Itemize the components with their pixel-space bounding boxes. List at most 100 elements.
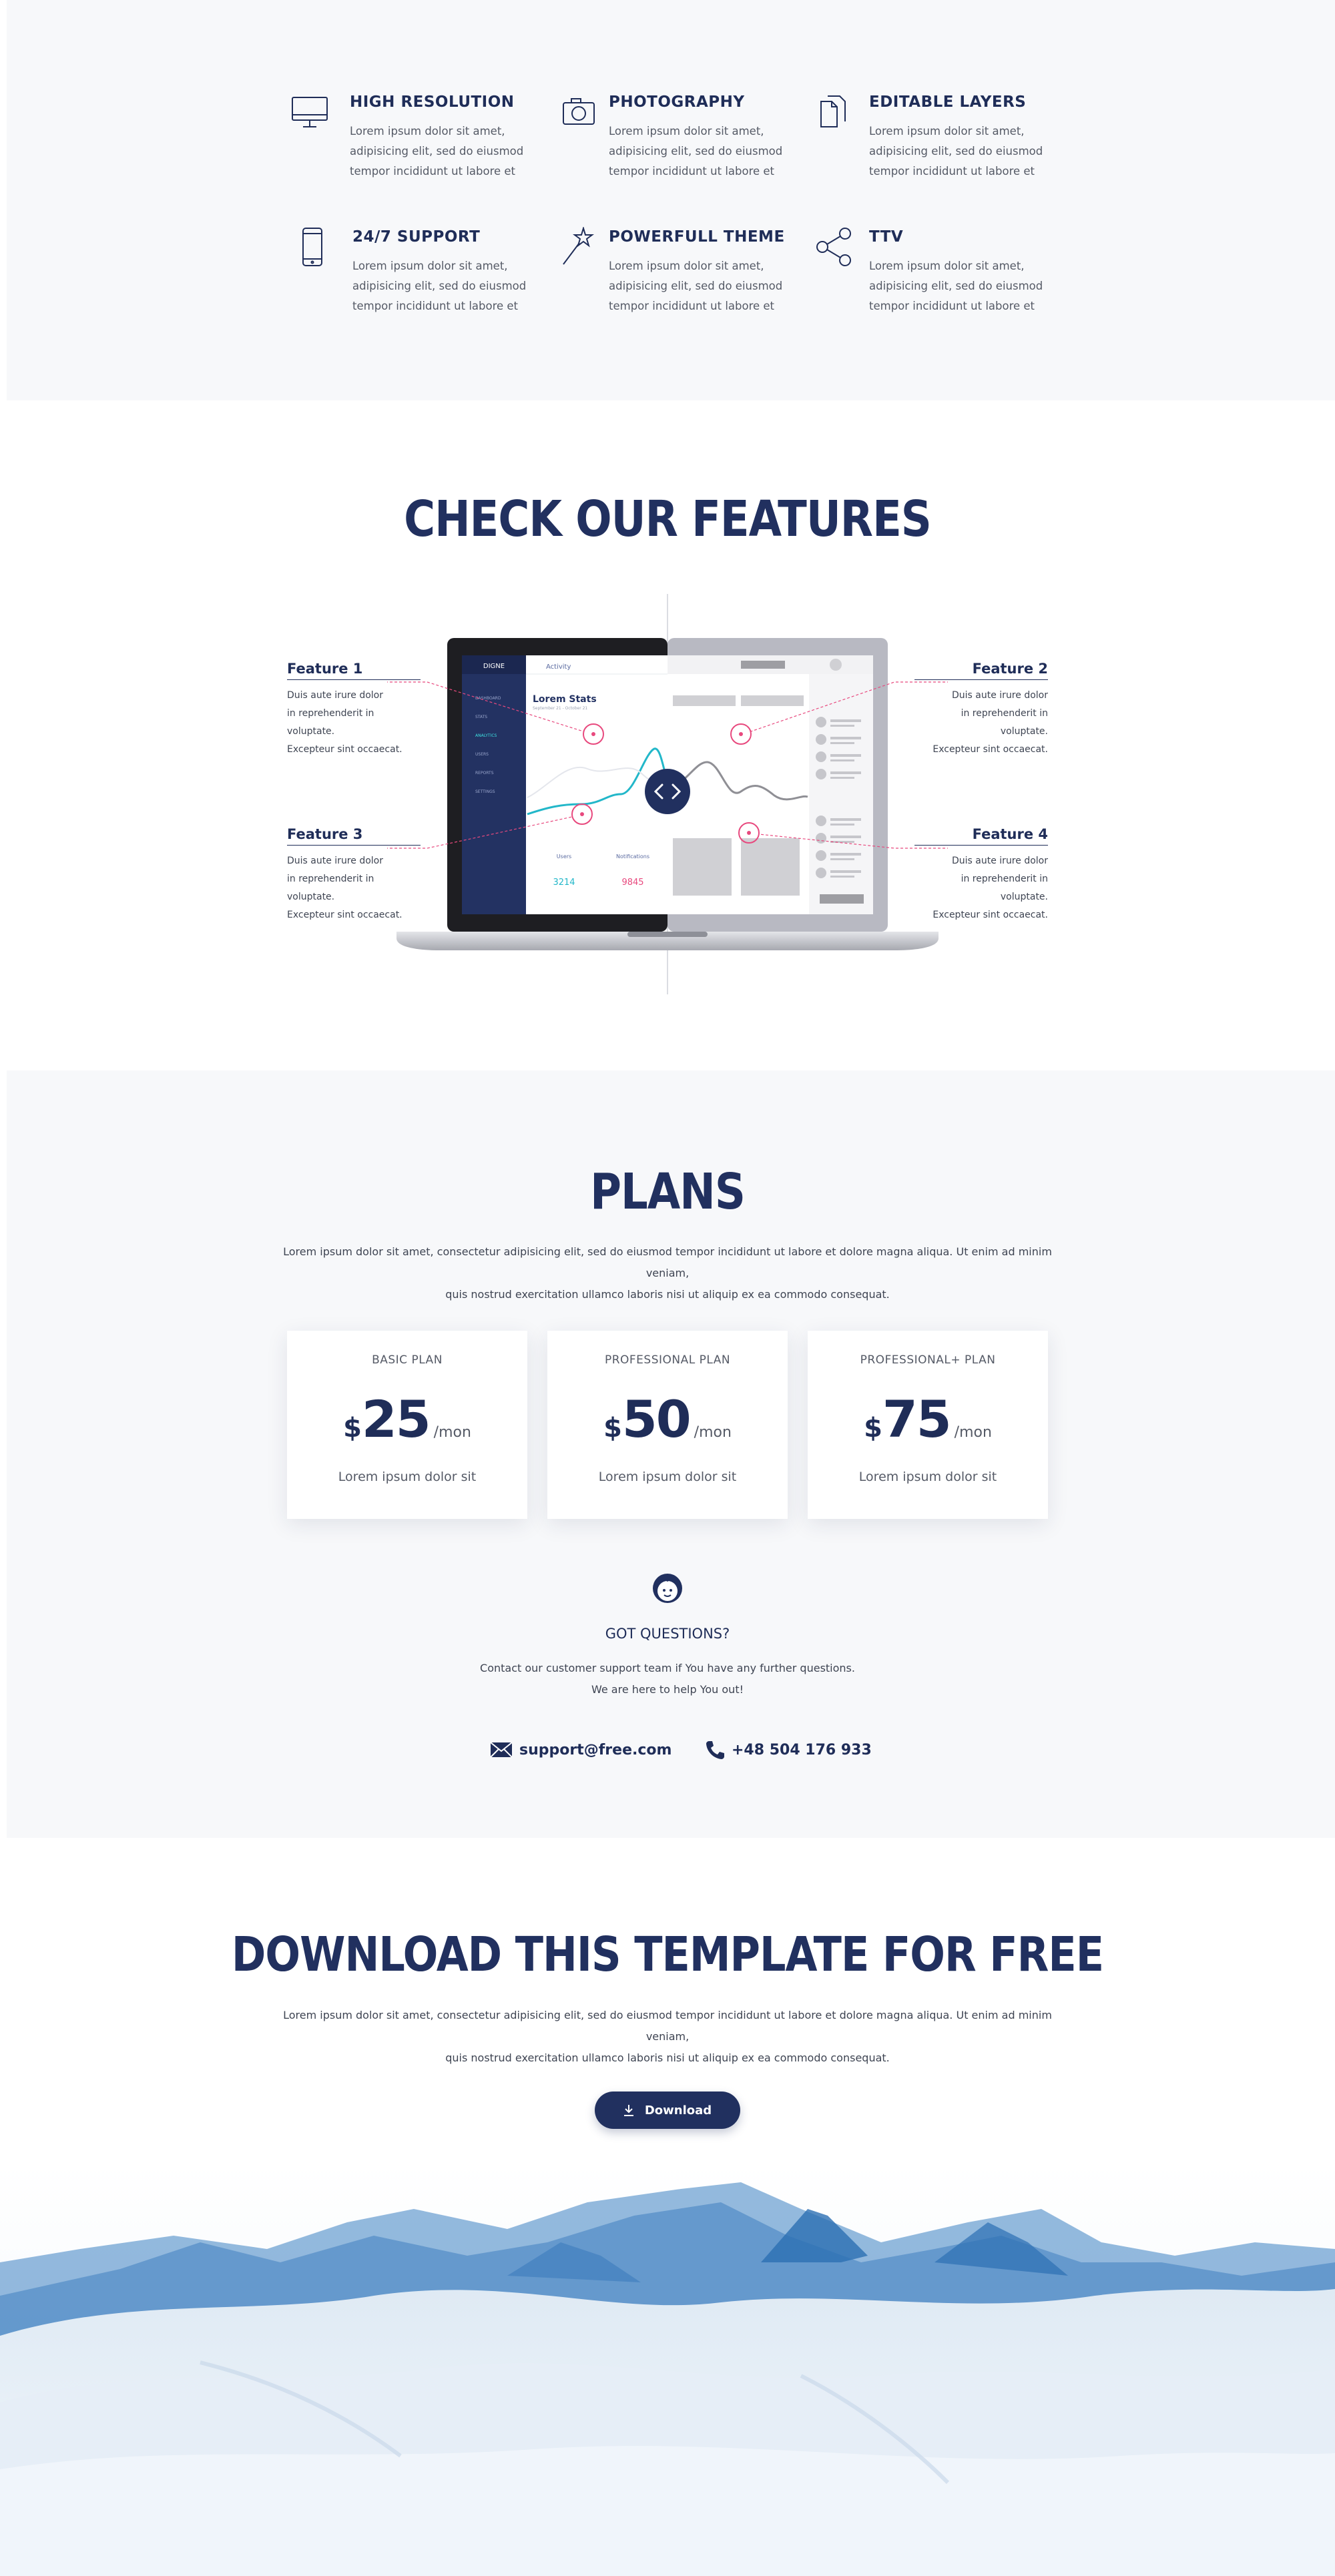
plan-card-professional-plus[interactable]: PROFESSIONAL+ PLAN $ 75 /mon Lorem ipsum…: [808, 1331, 1048, 1519]
screen-menu-item: ANALYTICS: [475, 733, 497, 738]
feature-powerfull-theme: POWERFULL THEME Lorem ipsum dolor sit am…: [555, 226, 796, 320]
plan-period: /mon: [433, 1424, 471, 1441]
magic-wand-icon: [561, 226, 601, 267]
feature-text: Lorem ipsum dolor sit amet, adipisicing …: [869, 260, 1043, 312]
plan-amount: 50: [621, 1389, 692, 1449]
envelope-icon: [490, 1742, 513, 1758]
feature-title: TTV: [869, 228, 904, 246]
questions-line: Contact our customer support team if You…: [480, 1662, 855, 1674]
feature-name: Feature 4: [914, 826, 1048, 846]
monitor-icon: [290, 92, 330, 132]
screen-stats-title: Lorem Stats: [533, 694, 597, 705]
plan-price: $ 75 /mon: [808, 1389, 1048, 1449]
share-icon: [816, 227, 856, 267]
feature-1-label: Feature 1 Duis aute irure dolor in repre…: [287, 661, 421, 759]
download-intro-line: Lorem ipsum dolor sit amet, consectetur …: [283, 2009, 1052, 2043]
plan-period: /mon: [694, 1424, 732, 1441]
questions-text: Contact our customer support team if You…: [280, 1658, 1055, 1700]
plan-period: /mon: [954, 1424, 992, 1441]
plan-currency: $: [603, 1413, 622, 1443]
feature-3-label: Feature 3 Duis aute irure dolor in repre…: [287, 826, 421, 924]
feature-title: HIGH RESOLUTION: [350, 93, 515, 111]
plans-intro-line: Lorem ipsum dolor sit amet, consectetur …: [283, 1245, 1052, 1279]
feature-name: Feature 2: [914, 661, 1048, 680]
feature-desc: Duis aute irure dolor in reprehenderit i…: [287, 687, 421, 759]
download-heading: DOWNLOAD THIS TEMPLATE FOR FREE: [231, 1926, 1104, 1983]
screen-menu-item: REPORTS: [475, 771, 494, 775]
screen-menu-item: DASHBOARD: [475, 696, 501, 701]
features-grid-section: HIGH RESOLUTION Lorem ipsum dolor sit am…: [7, 0, 1335, 400]
screen-notifications-value: 9845: [621, 878, 643, 888]
feature-desc-line: Duis aute irure dolor: [287, 690, 383, 701]
feature-text: Lorem ipsum dolor sit amet, adipisicing …: [350, 125, 524, 178]
screen-menu-item: STATS: [475, 715, 487, 719]
feature-desc-line: Duis aute irure dolor: [952, 690, 1048, 701]
plan-desc: Lorem ipsum dolor sit: [338, 1470, 477, 1484]
feature-desc-line: Excepteur sint occaecat.: [287, 910, 403, 920]
feature-title: PHOTOGRAPHY: [609, 93, 745, 111]
feature-name: Feature 1: [287, 661, 421, 680]
check-features-heading: CHECK OUR FEATURES: [404, 491, 932, 549]
download-intro: Lorem ipsum dolor sit amet, consectetur …: [280, 2005, 1055, 2069]
plan-name: BASIC PLAN: [372, 1353, 443, 1367]
screen-tab: Activity: [546, 663, 571, 671]
feature-editable-layers: EDITABLE LAYERS Lorem ipsum dolor sit am…: [816, 92, 1056, 186]
feature-desc: Duis aute irure dolor in reprehenderit i…: [914, 852, 1048, 924]
feature-photography: PHOTOGRAPHY Lorem ipsum dolor sit amet, …: [555, 92, 796, 186]
feature-desc-line: in reprehenderit in voluptate.: [961, 874, 1048, 902]
feature-desc-line: in reprehenderit in voluptate.: [287, 874, 374, 902]
plan-desc: Lorem ipsum dolor sit: [858, 1470, 997, 1484]
screen-stats-sub: September 21 - October 21: [533, 706, 587, 711]
feature-desc-line: in reprehenderit in voluptate.: [287, 708, 374, 737]
layers-icon: [816, 92, 856, 132]
mountain-background-image: [0, 2162, 1335, 2576]
plan-name: PROFESSIONAL PLAN: [604, 1353, 731, 1367]
feature-support: 24/7 SUPPORT Lorem ipsum dolor sit amet,…: [294, 227, 534, 320]
plan-currency: $: [343, 1413, 362, 1443]
feature-desc: Duis aute irure dolor in reprehenderit i…: [914, 687, 1048, 759]
screen-menu-item: USERS: [475, 752, 489, 757]
screen-brand: DIGNE: [483, 663, 505, 670]
plan-name: PROFESSIONAL+ PLAN: [860, 1353, 996, 1367]
feature-desc-line: in reprehenderit in voluptate.: [961, 708, 1048, 737]
feature-high-resolution: HIGH RESOLUTION Lorem ipsum dolor sit am…: [290, 92, 530, 186]
screen-menu-item: SETTINGS: [475, 789, 495, 794]
screen-users-value: 3214: [553, 878, 575, 888]
camera-icon: [561, 92, 601, 132]
feature-text: Lorem ipsum dolor sit amet, adipisicing …: [352, 260, 527, 312]
questions-title: GOT QUESTIONS?: [605, 1626, 730, 1642]
download-button[interactable]: Download: [595, 2091, 740, 2129]
feature-name: Feature 3: [287, 826, 421, 846]
plan-price: $ 25 /mon: [287, 1389, 527, 1449]
feature-desc: Duis aute irure dolor in reprehenderit i…: [287, 852, 421, 924]
plans-intro: Lorem ipsum dolor sit amet, consectetur …: [280, 1241, 1055, 1305]
feature-ttv: TTV Lorem ipsum dolor sit amet, adipisic…: [816, 227, 1056, 320]
plan-amount: 25: [361, 1389, 431, 1449]
plan-currency: $: [864, 1413, 882, 1443]
support-email: support@free.com: [519, 1741, 672, 1758]
support-phone-link[interactable]: +48 504 176 933: [705, 1736, 872, 1763]
download-icon: [623, 2105, 633, 2116]
feature-desc-line: Duis aute irure dolor: [952, 856, 1048, 866]
feature-text: Lorem ipsum dolor sit amet, adipisicing …: [609, 125, 783, 178]
plan-card-professional[interactable]: PROFESSIONAL PLAN $ 50 /mon Lorem ipsum …: [547, 1331, 788, 1519]
plans-intro-line: quis nostrud exercitation ullamco labori…: [445, 1288, 890, 1301]
feature-desc-line: Excepteur sint occaecat.: [287, 744, 403, 755]
feature-title: POWERFULL THEME: [609, 228, 785, 246]
screen-users-label: Users: [557, 854, 571, 860]
support-headset-icon: [653, 1574, 682, 1603]
plan-desc: Lorem ipsum dolor sit: [598, 1470, 737, 1484]
feature-2-label: Feature 2 Duis aute irure dolor in repre…: [914, 661, 1048, 759]
compare-slider-handle[interactable]: [645, 769, 690, 814]
laptop-mockup: DIGNE Activity DASHBOARD STATS ANALYTICS…: [387, 594, 948, 994]
feature-desc-line: Duis aute irure dolor: [287, 856, 383, 866]
download-button-label: Download: [644, 2103, 712, 2118]
support-email-link[interactable]: support@free.com: [490, 1736, 672, 1763]
feature-title: 24/7 SUPPORT: [352, 228, 481, 246]
support-phone: +48 504 176 933: [732, 1741, 872, 1758]
feature-4-label: Feature 4 Duis aute irure dolor in repre…: [914, 826, 1048, 924]
plan-card-basic[interactable]: BASIC PLAN $ 25 /mon Lorem ipsum dolor s…: [287, 1331, 527, 1519]
feature-text: Lorem ipsum dolor sit amet, adipisicing …: [869, 125, 1043, 178]
screen-notifications-label: Notifications: [616, 854, 649, 860]
feature-title: EDITABLE LAYERS: [869, 93, 1027, 111]
